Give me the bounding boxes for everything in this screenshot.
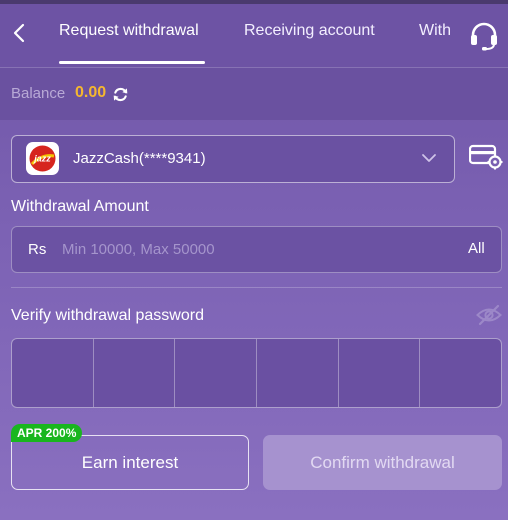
tab-receiving-account[interactable]: Receiving account (244, 22, 375, 40)
verify-password-label: Verify withdrawal password (11, 307, 204, 324)
balance-value: 0.00 (75, 84, 107, 101)
confirm-withdrawal-button[interactable]: Confirm withdrawal (263, 435, 502, 490)
chevron-down-icon[interactable] (420, 151, 438, 165)
pin-digit-4[interactable] (257, 339, 339, 407)
pin-digit-5[interactable] (339, 339, 421, 407)
tab-request-withdrawal[interactable]: Request withdrawal (59, 22, 199, 40)
all-amount-button[interactable]: All (468, 240, 485, 257)
section-divider (11, 287, 502, 288)
pin-digit-3[interactable] (175, 339, 258, 407)
withdrawal-amount-label: Withdrawal Amount (11, 198, 149, 215)
withdrawal-amount-input[interactable] (62, 233, 452, 265)
jazzcash-logo: jazz (26, 142, 59, 175)
password-pin-input[interactable] (11, 338, 502, 408)
pin-digit-6[interactable] (420, 339, 501, 407)
headset-support-icon[interactable] (468, 20, 500, 52)
earn-interest-button[interactable]: Earn interest (11, 435, 249, 490)
back-arrow-icon[interactable] (8, 18, 32, 48)
card-settings-icon[interactable] (469, 143, 503, 171)
pin-digit-1[interactable] (12, 339, 94, 407)
refresh-icon[interactable] (112, 86, 129, 103)
balance-label: Balance (11, 85, 66, 102)
active-tab-indicator (59, 61, 205, 64)
jazz-logo-text: jazz (33, 154, 51, 164)
pin-digit-2[interactable] (94, 339, 176, 407)
apr-badge: APR 200% (11, 424, 83, 442)
currency-label: Rs (28, 241, 47, 258)
tab-with[interactable]: With (419, 22, 451, 40)
account-name: JazzCash(****9341) (73, 150, 206, 167)
eye-off-icon[interactable] (476, 304, 502, 326)
